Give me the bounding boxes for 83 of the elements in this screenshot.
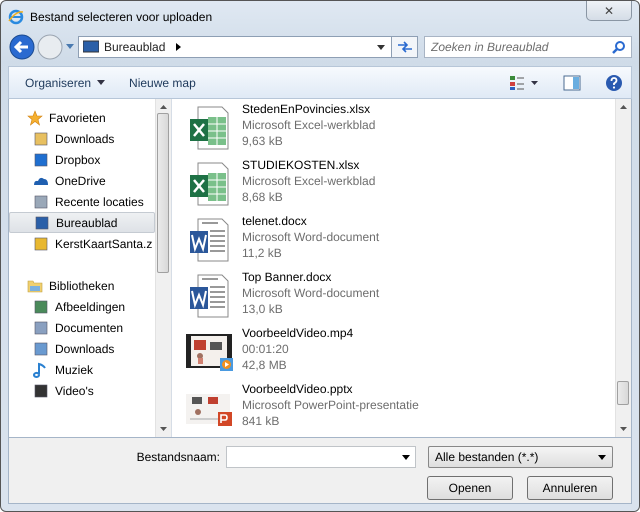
file-item[interactable]: VoorbeeldVideo.pptx Microsoft PowerPoint-presentatie 841 kB [186,381,615,437]
file-name: Top Banner.docx [242,269,332,285]
file-type: 00:01:20 [242,341,290,357]
sidebar-item[interactable]: OneDrive [9,170,155,191]
preview-pane-icon[interactable] [563,74,581,92]
view-options-icon[interactable] [509,74,539,90]
cancel-button[interactable]: Annuleren [527,476,613,500]
scrollbar[interactable] [155,99,171,437]
caret-icon [97,80,106,85]
desktop-icon [83,40,99,54]
scrollbar[interactable] [615,99,631,437]
file-size: 9,63 kB [242,133,284,149]
sidebar-item[interactable]: Video's [9,380,155,401]
file-name: VoorbeeldVideo.pptx [242,381,354,397]
file-size: 13,0 kB [242,301,284,317]
address-bar[interactable]: Bureaublad [78,36,392,58]
file-name: telenet.docx [242,213,308,229]
sidebar-item[interactable]: Dropbox [9,149,155,170]
file-type: Microsoft Excel-werkblad [242,173,376,189]
file-size: 841 kB [242,413,280,429]
browser-icon [8,8,24,24]
file-type-dropdown[interactable]: Alle bestanden (*.*) [428,446,613,468]
location-icon [33,382,49,398]
location-icon [33,298,49,314]
address-location[interactable]: Bureaublad [104,40,166,54]
location-icon [33,194,49,210]
sidebar-group[interactable]: Bibliotheken [9,275,155,296]
sidebar-item[interactable]: Documenten [9,317,155,338]
open-button[interactable]: Openen [427,476,513,500]
file-item[interactable]: telenet.docx Microsoft Word-document 11,2 kB [186,213,615,269]
file-name: StedenEnPovincies.xlsx [242,101,372,117]
help-icon[interactable] [605,74,623,92]
dropdown-caret-icon[interactable] [402,455,410,460]
star-icon [27,110,43,126]
sidebar-item[interactable]: Downloads [9,128,155,149]
file-name: STUDIEKOSTEN.xlsx [242,157,360,173]
scroll-down-icon[interactable] [620,427,627,431]
scrollbar-thumb[interactable] [157,113,169,273]
dropdown-caret-icon[interactable] [377,44,385,50]
organise-menu[interactable]: Organiseren [19,72,112,94]
close-button[interactable]: ✕ [586,1,632,21]
file-type: Microsoft Word-document [242,285,380,301]
sidebar-item[interactable]: Muziek [9,359,155,380]
sidebar-group[interactable]: Favorieten [9,107,155,128]
new-folder-button[interactable]: Nieuwe map [123,72,202,94]
location-icon [34,214,50,230]
window-title: Bestand selecteren voor uploaden [30,10,212,24]
file-item[interactable]: VoorbeeldVideo.mp4 00:01:20 42,8 MB [186,325,615,381]
refresh-icon [396,41,412,53]
filename-field[interactable] [226,446,416,468]
file-item[interactable]: STUDIEKOSTEN.xlsx Microsoft Excel-werkblad 8,68 kB [186,157,615,213]
sidebar-item[interactable]: Afbeeldingen [9,296,155,317]
folder-icon [27,278,43,294]
scrollbar-thumb[interactable] [617,381,629,405]
location-icon [33,130,49,146]
search-icon[interactable] [612,40,626,54]
sidebar-item[interactable]: KerstKaartSanta.z [9,233,155,254]
sidebar-item[interactable]: Recente locaties [9,191,155,212]
file-type: Microsoft Word-document [242,229,380,245]
search-field[interactable]: Zoeken in Bureaublad [424,36,632,58]
caret-icon [598,454,606,460]
scroll-down-icon[interactable] [160,427,167,431]
file-item[interactable]: Top Banner.docx Microsoft Word-document 13,0 kB [186,269,615,325]
location-icon [33,236,49,252]
location-icon [33,152,49,168]
file-size: 8,68 kB [242,189,284,205]
history-caret-icon[interactable] [66,44,74,50]
location-icon [33,320,49,336]
sidebar-item[interactable]: Downloads [9,338,155,359]
back-icon[interactable] [8,33,36,61]
file-type: Microsoft PowerPoint-presentatie [242,397,419,413]
file-name: VoorbeeldVideo.mp4 [242,325,354,341]
sidebar-item[interactable]: Bureaublad [9,212,155,233]
scroll-up-icon[interactable] [160,105,167,109]
location-icon [33,340,49,356]
file-size: 42,8 MB [242,357,288,373]
file-item[interactable]: StedenEnPovincies.xlsx Microsoft Excel-werkblad 9,63 kB [186,101,615,157]
scroll-up-icon[interactable] [620,105,627,109]
file-size: 11,2 kB [242,245,283,261]
breadcrumb-arrow-icon[interactable] [176,43,182,51]
file-type: Microsoft Excel-werkblad [242,117,376,133]
filename-label: Bestandsnaam: [136,450,220,464]
refresh-button[interactable] [392,36,418,58]
